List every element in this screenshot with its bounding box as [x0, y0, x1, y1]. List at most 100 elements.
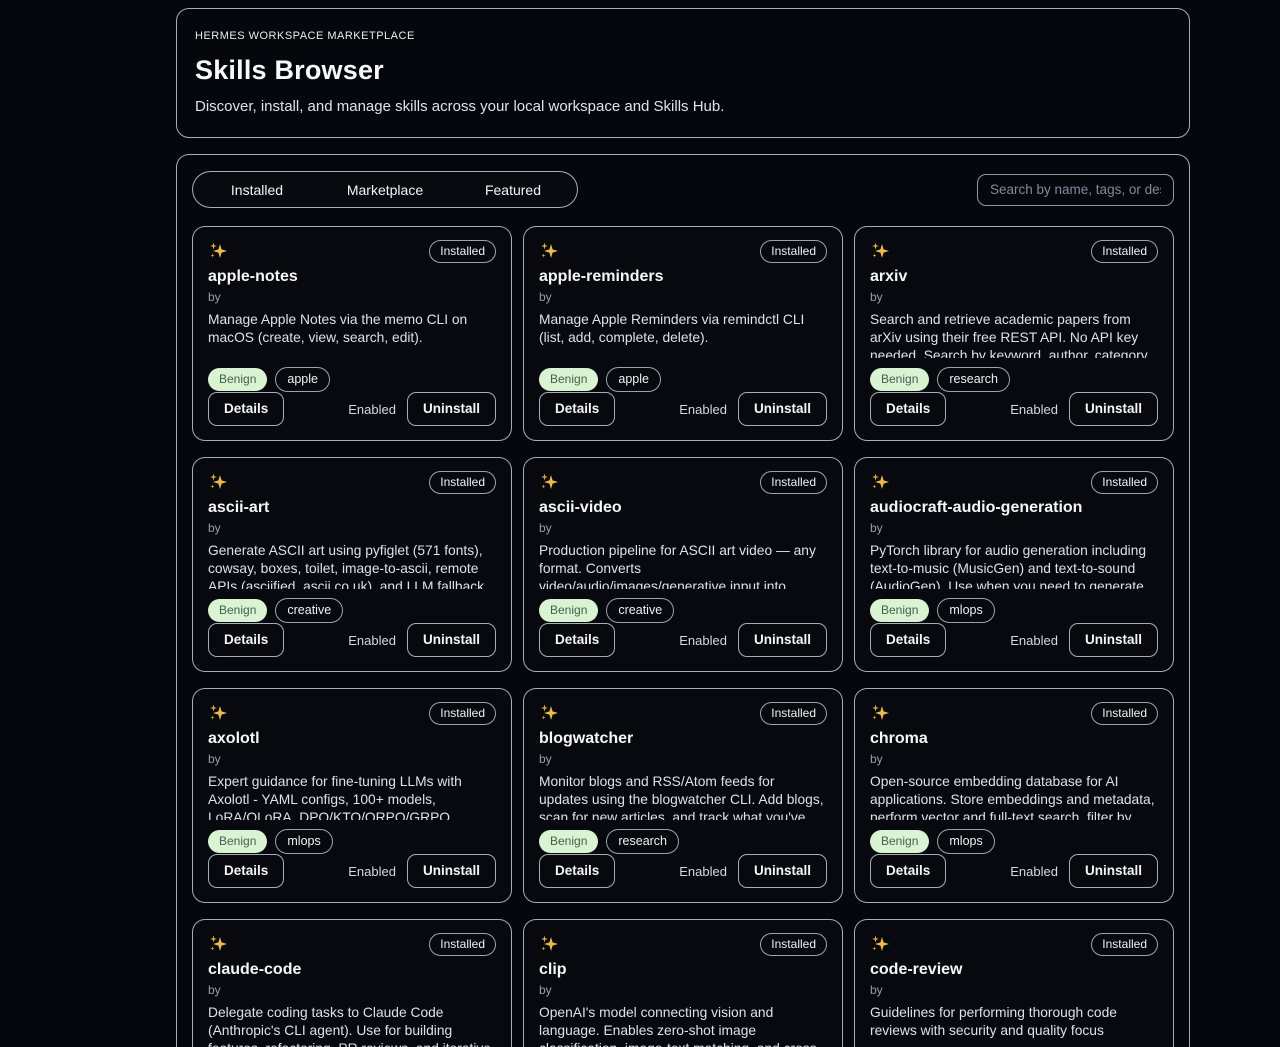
skill-name: apple-reminders — [539, 268, 827, 286]
badge-row: Benign mlops — [870, 598, 1158, 623]
details-button[interactable]: Details — [208, 623, 284, 657]
details-button[interactable]: Details — [870, 392, 946, 426]
enabled-status: Enabled — [1010, 633, 1058, 648]
card-top-row: Installed — [539, 240, 827, 263]
footer-right: Enabled Uninstall — [1010, 392, 1158, 426]
safety-badge: Benign — [870, 599, 929, 622]
card-footer: Details Enabled Uninstall — [208, 392, 496, 426]
skill-name: blogwatcher — [539, 730, 827, 748]
installed-badge: Installed — [429, 933, 496, 956]
uninstall-button[interactable]: Uninstall — [1069, 623, 1158, 657]
uninstall-button[interactable]: Uninstall — [407, 623, 496, 657]
footer-right: Enabled Uninstall — [1010, 854, 1158, 888]
footer-right: Enabled Uninstall — [679, 854, 827, 888]
safety-badge: Benign — [539, 599, 598, 622]
tag-badge: research — [606, 829, 679, 854]
card-top-row: Installed — [208, 702, 496, 725]
badge-row: Benign creative — [539, 598, 827, 623]
skills-grid: Installed apple-notes by Manage Apple No… — [192, 226, 1174, 1047]
details-button[interactable]: Details — [539, 854, 615, 888]
skill-description: Production pipeline for ASCII art video … — [539, 542, 827, 589]
card-top-row: Installed — [870, 702, 1158, 725]
card-footer: Details Enabled Uninstall — [870, 623, 1158, 657]
skill-card-ascii-art: Installed ascii-art by Generate ASCII ar… — [192, 457, 512, 672]
tab-featured[interactable]: Featured — [449, 172, 577, 207]
badge-row: Benign apple — [208, 367, 496, 392]
uninstall-button[interactable]: Uninstall — [1069, 854, 1158, 888]
skill-author: by — [870, 290, 1158, 304]
uninstall-button[interactable]: Uninstall — [407, 854, 496, 888]
installed-badge: Installed — [1091, 240, 1158, 263]
badge-row: Benign apple — [539, 367, 827, 392]
footer-right: Enabled Uninstall — [679, 392, 827, 426]
skill-name: clip — [539, 961, 827, 979]
installed-badge: Installed — [760, 240, 827, 263]
installed-badge: Installed — [429, 471, 496, 494]
sparkles-icon — [870, 934, 890, 954]
sparkles-icon — [539, 472, 559, 492]
details-button[interactable]: Details — [539, 392, 615, 426]
card-top-row: Installed — [870, 240, 1158, 263]
skill-card-claude-code: Installed claude-code by Delegate coding… — [192, 919, 512, 1047]
skill-card-blogwatcher: Installed blogwatcher by Monitor blogs a… — [523, 688, 843, 903]
page-header: HERMES WORKSPACE MARKETPLACE Skills Brow… — [176, 8, 1190, 138]
tab-marketplace[interactable]: Marketplace — [321, 172, 449, 207]
card-top-row: Installed — [208, 471, 496, 494]
skill-name: axolotl — [208, 730, 496, 748]
card-footer: Details Enabled Uninstall — [539, 392, 827, 426]
tab-installed[interactable]: Installed — [193, 172, 321, 207]
footer-right: Enabled Uninstall — [679, 623, 827, 657]
page-subtitle: Discover, install, and manage skills acr… — [195, 98, 1171, 115]
safety-badge: Benign — [208, 830, 267, 853]
card-footer: Details Enabled Uninstall — [870, 854, 1158, 888]
card-top-row: Installed — [539, 471, 827, 494]
skill-author: by — [539, 290, 827, 304]
enabled-status: Enabled — [1010, 402, 1058, 417]
installed-badge: Installed — [760, 933, 827, 956]
skill-card-code-review: Installed code-review by Guidelines for … — [854, 919, 1174, 1047]
badge-row: Benign mlops — [870, 829, 1158, 854]
skill-card-axolotl: Installed axolotl by Expert guidance for… — [192, 688, 512, 903]
card-top-row: Installed — [870, 933, 1158, 956]
footer-right: Enabled Uninstall — [1010, 623, 1158, 657]
card-footer: Details Enabled Uninstall — [539, 623, 827, 657]
skill-description: Monitor blogs and RSS/Atom feeds for upd… — [539, 773, 827, 820]
skill-author: by — [870, 752, 1158, 766]
safety-badge: Benign — [208, 368, 267, 391]
skill-description: Expert guidance for fine-tuning LLMs wit… — [208, 773, 496, 820]
uninstall-button[interactable]: Uninstall — [738, 392, 827, 426]
uninstall-button[interactable]: Uninstall — [407, 392, 496, 426]
tag-badge: mlops — [937, 598, 994, 623]
skill-card-apple-reminders: Installed apple-reminders by Manage Appl… — [523, 226, 843, 441]
details-button[interactable]: Details — [208, 392, 284, 426]
enabled-status: Enabled — [348, 633, 396, 648]
details-button[interactable]: Details — [539, 623, 615, 657]
skill-description: OpenAI's model connecting vision and lan… — [539, 1004, 827, 1047]
card-top-row: Installed — [539, 933, 827, 956]
search-input[interactable] — [977, 174, 1174, 206]
skill-description: Generate ASCII art using pyfiglet (571 f… — [208, 542, 496, 589]
sparkles-icon — [208, 472, 228, 492]
card-top-row: Installed — [539, 702, 827, 725]
uninstall-button[interactable]: Uninstall — [1069, 392, 1158, 426]
toolbar: Installed Marketplace Featured — [192, 171, 1174, 208]
uninstall-button[interactable]: Uninstall — [738, 854, 827, 888]
tab-bar: Installed Marketplace Featured — [192, 171, 578, 208]
tag-badge: creative — [275, 598, 343, 623]
footer-right: Enabled Uninstall — [348, 623, 496, 657]
skill-description: Delegate coding tasks to Claude Code (An… — [208, 1004, 496, 1047]
details-button[interactable]: Details — [870, 854, 946, 888]
safety-badge: Benign — [870, 368, 929, 391]
card-top-row: Installed — [208, 240, 496, 263]
installed-badge: Installed — [429, 702, 496, 725]
card-top-row: Installed — [870, 471, 1158, 494]
sparkles-icon — [208, 241, 228, 261]
installed-badge: Installed — [760, 702, 827, 725]
skill-author: by — [539, 752, 827, 766]
details-button[interactable]: Details — [208, 854, 284, 888]
skill-author: by — [208, 752, 496, 766]
uninstall-button[interactable]: Uninstall — [738, 623, 827, 657]
sparkles-icon — [539, 241, 559, 261]
card-top-row: Installed — [208, 933, 496, 956]
details-button[interactable]: Details — [870, 623, 946, 657]
